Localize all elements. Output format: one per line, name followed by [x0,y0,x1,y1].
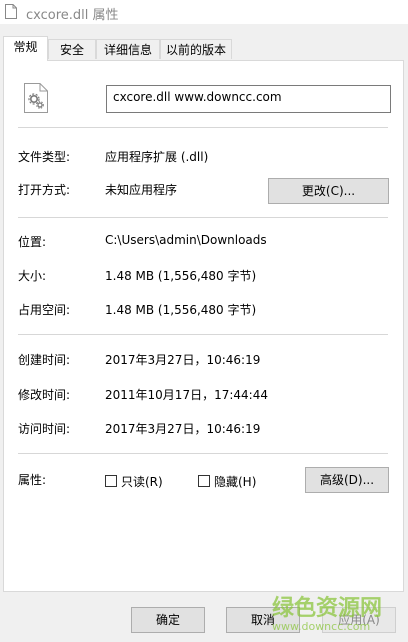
file-type-label: 文件类型: [18,150,71,164]
created-label: 创建时间: [18,353,71,367]
general-panel: cxcore.dll www.downcc.com 文件类型: 应用程序扩展 (… [3,60,404,592]
readonly-checkbox[interactable] [105,475,117,487]
location-value: C:\Users\admin\Downloads [105,233,267,247]
separator [18,127,388,128]
location-label: 位置: [18,235,47,249]
file-name-field[interactable]: cxcore.dll www.downcc.com [106,85,391,113]
accessed-label: 访问时间: [18,422,71,436]
separator [18,217,388,218]
modified-label: 修改时间: [18,388,71,402]
dll-file-icon [24,83,48,113]
window-title: cxcore.dll 属性 [26,8,119,23]
tab-security[interactable]: 安全 [48,39,96,59]
ok-button[interactable]: 确定 [131,607,205,633]
hidden-checkbox[interactable] [198,475,210,487]
modified-value: 2011年10月17日，17:44:44 [105,388,268,402]
open-with-value: 未知应用程序 [105,183,178,197]
tab-previous-versions[interactable]: 以前的版本 [160,39,232,59]
file-type-value: 应用程序扩展 (.dll) [105,150,209,164]
apply-button[interactable]: 应用(A) [322,607,396,633]
size-label: 大小: [18,269,47,283]
separator [18,334,388,335]
change-button[interactable]: 更改(C)... [268,178,389,204]
advanced-button[interactable]: 高级(D)... [305,467,389,493]
readonly-label[interactable]: 只读(R) [121,473,163,490]
size-on-disk-label: 占用空间: [18,303,71,317]
size-value: 1.48 MB (1,556,480 字节) [105,269,257,283]
file-icon [5,4,17,19]
tab-general[interactable]: 常规 [3,36,48,61]
accessed-value: 2017年3月27日，10:46:19 [105,422,261,436]
created-value: 2017年3月27日，10:46:19 [105,353,261,367]
title-bar: cxcore.dll 属性 [0,0,408,24]
cancel-button[interactable]: 取消 [226,607,300,633]
separator [18,453,388,454]
attributes-label: 属性: [18,473,47,487]
tab-details[interactable]: 详细信息 [96,39,160,59]
size-on-disk-value: 1.48 MB (1,556,480 字节) [105,303,257,317]
hidden-label[interactable]: 隐藏(H) [214,473,256,490]
tab-bar: 常规 安全 详细信息 以前的版本 [0,36,408,61]
open-with-label: 打开方式: [18,183,71,197]
